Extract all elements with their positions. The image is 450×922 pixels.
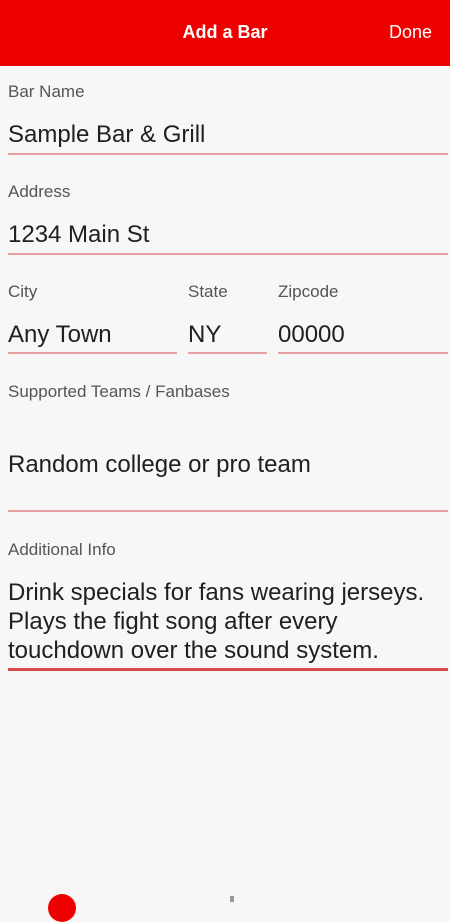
address-label: Address	[8, 182, 71, 201]
zipcode-input[interactable]: 00000	[278, 320, 345, 349]
bar-name-input[interactable]: Sample Bar & Grill	[8, 120, 205, 149]
zipcode-underline	[278, 352, 448, 354]
teams-underline	[8, 510, 448, 512]
bottom-marker	[230, 896, 234, 902]
state-label: State	[188, 282, 228, 301]
additional-info-label: Additional Info	[8, 540, 116, 559]
city-label: City	[8, 282, 38, 301]
bar-name-underline	[8, 153, 448, 155]
teams-input[interactable]: Random college or pro team	[8, 450, 311, 479]
teams-label: Supported Teams / Fanbases	[8, 382, 230, 401]
city-input[interactable]: Any Town	[8, 320, 112, 349]
zipcode-label: Zipcode	[278, 282, 339, 301]
app-bar: Add a Bar Done	[0, 0, 450, 66]
city-underline	[8, 352, 177, 354]
state-underline	[188, 352, 267, 354]
state-input[interactable]: NY	[188, 320, 221, 349]
page-title: Add a Bar	[182, 22, 268, 42]
done-button[interactable]: Done	[389, 22, 432, 43]
bottom-action-icon[interactable]	[48, 894, 76, 922]
address-underline	[8, 253, 448, 255]
address-input[interactable]: 1234 Main St	[8, 220, 149, 249]
bar-name-label: Bar Name	[8, 82, 85, 101]
additional-info-input[interactable]: Drink specials for fans wearing jerseys.…	[8, 578, 448, 665]
additional-info-underline	[8, 668, 448, 671]
